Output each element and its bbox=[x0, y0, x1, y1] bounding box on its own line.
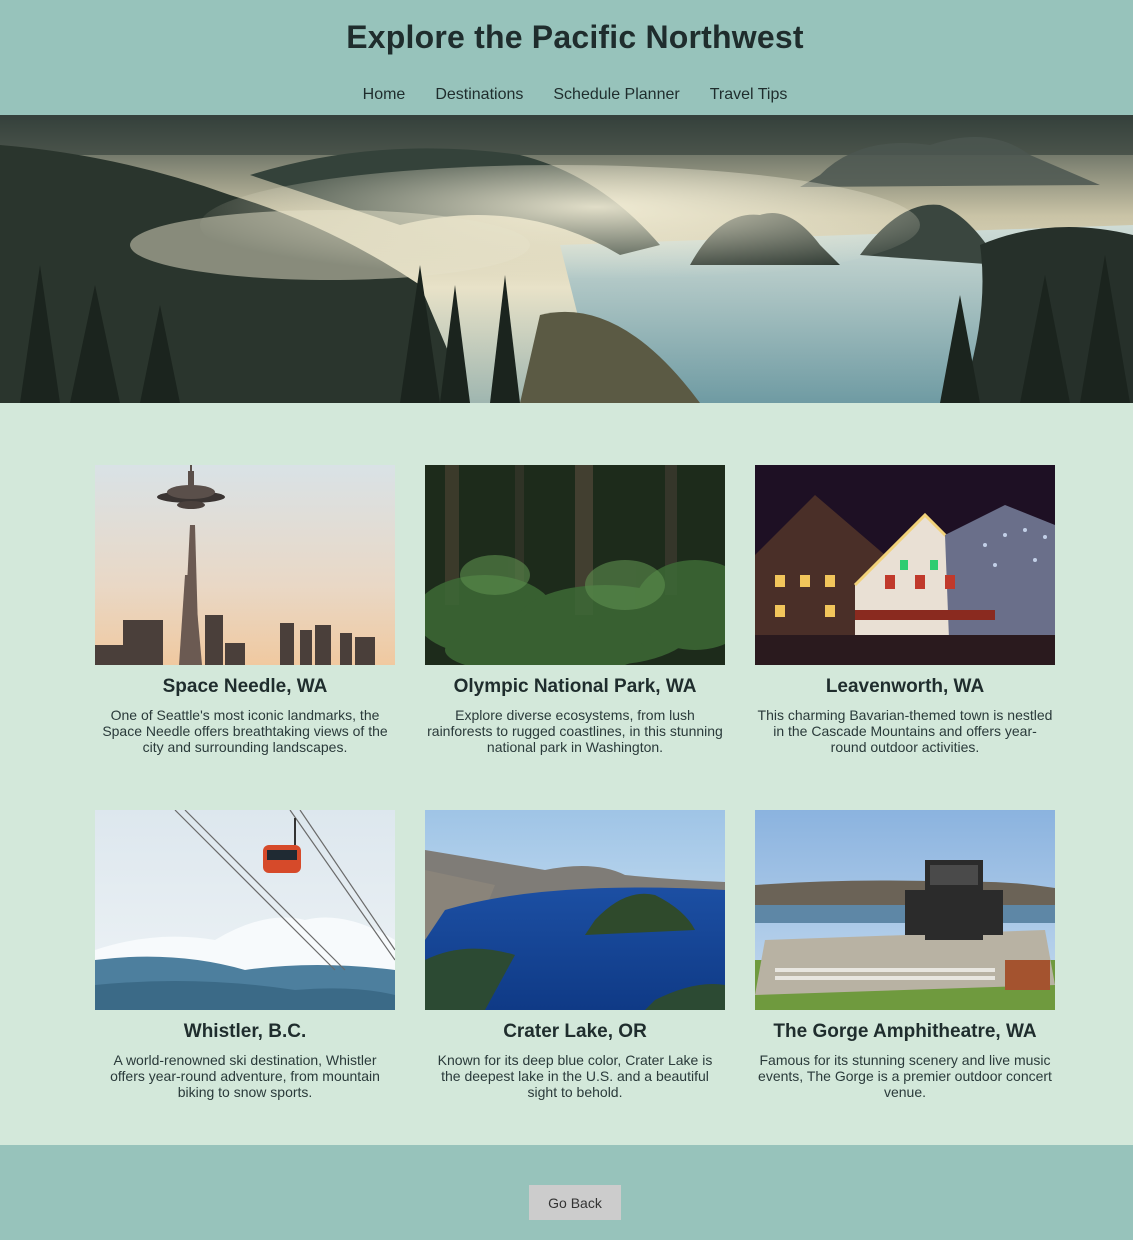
destination-card-leavenworth: Leavenworth, WA This charming Bavarian-t… bbox=[755, 465, 1055, 755]
destination-card-whistler: Whistler, B.C. A world-renowned ski dest… bbox=[95, 810, 395, 1100]
card-title: The Gorge Amphitheatre, WA bbox=[773, 1021, 1037, 1042]
nav-schedule-planner-link[interactable]: Schedule Planner bbox=[553, 86, 679, 104]
card-description: Explore diverse ecosystems, from lush ra… bbox=[427, 707, 723, 755]
amphitheatre-photo bbox=[755, 810, 1055, 1010]
card-description: This charming Bavarian-themed town is ne… bbox=[757, 707, 1053, 755]
destination-card-space-needle: Space Needle, WA One of Seattle's most i… bbox=[95, 465, 395, 755]
hero-image bbox=[0, 115, 1133, 403]
card-description: Known for its deep blue color, Crater La… bbox=[437, 1052, 713, 1100]
nav-travel-tips-link[interactable]: Travel Tips bbox=[710, 86, 788, 104]
card-title: Leavenworth, WA bbox=[825, 676, 985, 697]
rainforest-photo bbox=[425, 465, 725, 665]
bavarian-town-photo bbox=[755, 465, 1055, 665]
nav-destinations-link[interactable]: Destinations bbox=[435, 86, 523, 104]
crater-lake-photo bbox=[425, 810, 725, 1010]
card-title: Olympic National Park, WA bbox=[453, 676, 697, 697]
go-back-button[interactable]: Go Back bbox=[529, 1185, 621, 1220]
nav-home-link[interactable]: Home bbox=[363, 86, 406, 104]
space-needle-photo bbox=[95, 465, 395, 665]
main-nav: Home Destinations Schedule Planner Trave… bbox=[0, 86, 1133, 104]
destination-card-crater-lake: Crater Lake, OR Known for its deep blue … bbox=[425, 810, 725, 1100]
destination-card-gorge: The Gorge Amphitheatre, WA Famous for it… bbox=[755, 810, 1055, 1100]
card-title: Crater Lake, OR bbox=[503, 1021, 647, 1042]
card-description: A world-renowned ski destination, Whistl… bbox=[110, 1052, 380, 1100]
site-footer: Go Back bbox=[0, 1145, 1133, 1240]
destination-card-olympic: Olympic National Park, WA Explore divers… bbox=[425, 465, 725, 755]
card-description: One of Seattle's most iconic landmarks, … bbox=[102, 707, 388, 755]
page-title: Explore the Pacific Northwest bbox=[346, 19, 804, 55]
card-title: Space Needle, WA bbox=[162, 676, 328, 697]
site-header: Explore the Pacific Northwest Home Desti… bbox=[0, 0, 1133, 115]
gondola-photo bbox=[95, 810, 395, 1010]
card-description: Famous for its stunning scenery and live… bbox=[758, 1052, 1052, 1100]
card-title: Whistler, B.C. bbox=[183, 1021, 307, 1042]
